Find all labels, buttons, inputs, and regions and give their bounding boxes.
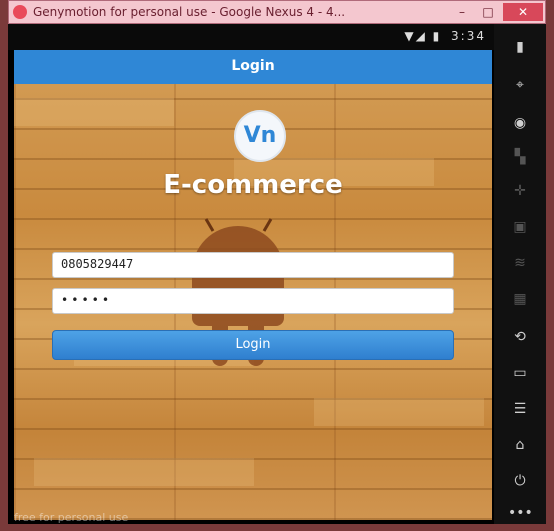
genymotion-app-icon bbox=[13, 5, 27, 19]
app-logo: Vn bbox=[234, 110, 286, 162]
wood-plank bbox=[314, 398, 484, 426]
password-input[interactable]: ••••• bbox=[52, 288, 454, 314]
gps-icon[interactable]: ⌖ bbox=[508, 74, 532, 96]
watermark-text: free for personal use bbox=[14, 511, 129, 524]
signal-wifi-battery-icon: ▼◢ ▮ bbox=[404, 29, 442, 43]
action-bar-title: Login bbox=[231, 58, 275, 74]
rotate-icon[interactable]: ▚ bbox=[508, 146, 532, 168]
wood-plank bbox=[14, 98, 174, 126]
more-icon[interactable]: ••• bbox=[508, 502, 533, 524]
window-title: Genymotion for personal use - Google Nex… bbox=[33, 5, 346, 19]
status-icons: ▼◢ ▮ 3:34 bbox=[404, 29, 486, 43]
menu-lines-icon[interactable]: ☰ bbox=[508, 398, 532, 420]
minimize-button[interactable]: – bbox=[449, 3, 475, 21]
home-icon[interactable]: ⌂ bbox=[508, 434, 532, 456]
status-time: 3:34 bbox=[451, 29, 486, 43]
phone-input[interactable]: 0805829447 bbox=[52, 252, 454, 278]
maximize-button[interactable]: □ bbox=[475, 3, 501, 21]
login-button[interactable]: Login bbox=[52, 330, 454, 360]
broadcast-icon[interactable]: ≋ bbox=[508, 252, 532, 274]
dpad-icon[interactable]: ✛ bbox=[508, 180, 532, 202]
id-icon[interactable]: ▣ bbox=[508, 216, 532, 238]
menu-icon[interactable]: ▦ bbox=[508, 288, 532, 310]
camera-icon[interactable]: ◉ bbox=[508, 112, 532, 134]
brand-title: E-commerce bbox=[163, 170, 343, 200]
close-button[interactable]: ✕ bbox=[503, 3, 543, 21]
action-bar: Login bbox=[14, 50, 492, 84]
wood-plank bbox=[34, 458, 254, 486]
power-icon[interactable]: ⏻ bbox=[508, 470, 532, 492]
window-titlebar: Genymotion for personal use - Google Nex… bbox=[8, 0, 546, 24]
recent-icon[interactable]: ▭ bbox=[508, 362, 532, 384]
back-icon[interactable]: ⟲ bbox=[508, 326, 532, 348]
android-status-bar: ▼◢ ▮ 3:34 bbox=[8, 24, 494, 50]
emulator-side-toolbar: ▮ ⌖ ◉ ▚ ✛ ▣ ≋ ▦ ⟲ ▭ ☰ ⌂ ⏻ ••• bbox=[494, 24, 546, 524]
battery-icon[interactable]: ▮ bbox=[508, 36, 532, 58]
